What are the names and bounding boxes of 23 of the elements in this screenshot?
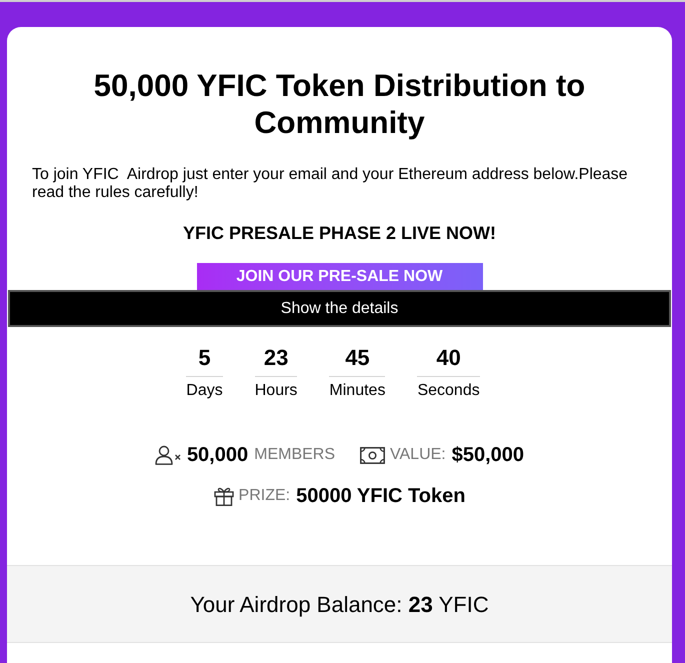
countdown-unit: Seconds bbox=[417, 381, 480, 400]
presale-heading: YFIC PRESALE PHASE 2 LIVE NOW! bbox=[182, 222, 496, 244]
airdrop-balance-text: Your Airdrop Balance: 23 YFIC bbox=[190, 590, 489, 619]
countdown-value: 45 bbox=[345, 345, 370, 371]
countdown-value: 23 bbox=[264, 345, 288, 371]
stat-label: PRIZE: bbox=[238, 486, 290, 506]
page-title: 50,000 YFIC Token Distribution to Community bbox=[92, 67, 586, 141]
stat-label: MEMBERS bbox=[254, 445, 336, 465]
stat-value: $50,000 bbox=[452, 443, 524, 468]
stat-value: 50000 YFIC Token bbox=[296, 484, 466, 509]
person-icon bbox=[154, 445, 182, 465]
stat-label: VALUE: bbox=[390, 445, 446, 465]
countdown-value: 40 bbox=[436, 345, 461, 371]
gift-icon bbox=[214, 486, 234, 506]
countdown-unit: Hours bbox=[254, 381, 298, 400]
countdown-unit: Days bbox=[186, 381, 223, 400]
banknote-icon bbox=[360, 446, 386, 464]
intro-text: To join YFIC Airdrop just enter your email and your Ethereum address below.Please read the rules carefully! bbox=[32, 166, 629, 202]
countdown-value: 5 bbox=[198, 345, 211, 371]
countdown-unit: Minutes bbox=[329, 381, 386, 400]
details-bar[interactable]: Show the details bbox=[8, 290, 671, 327]
presale-button[interactable]: JOIN OUR PRE-SALE NOW bbox=[196, 263, 482, 290]
stat-value: 50,000 bbox=[186, 443, 248, 468]
